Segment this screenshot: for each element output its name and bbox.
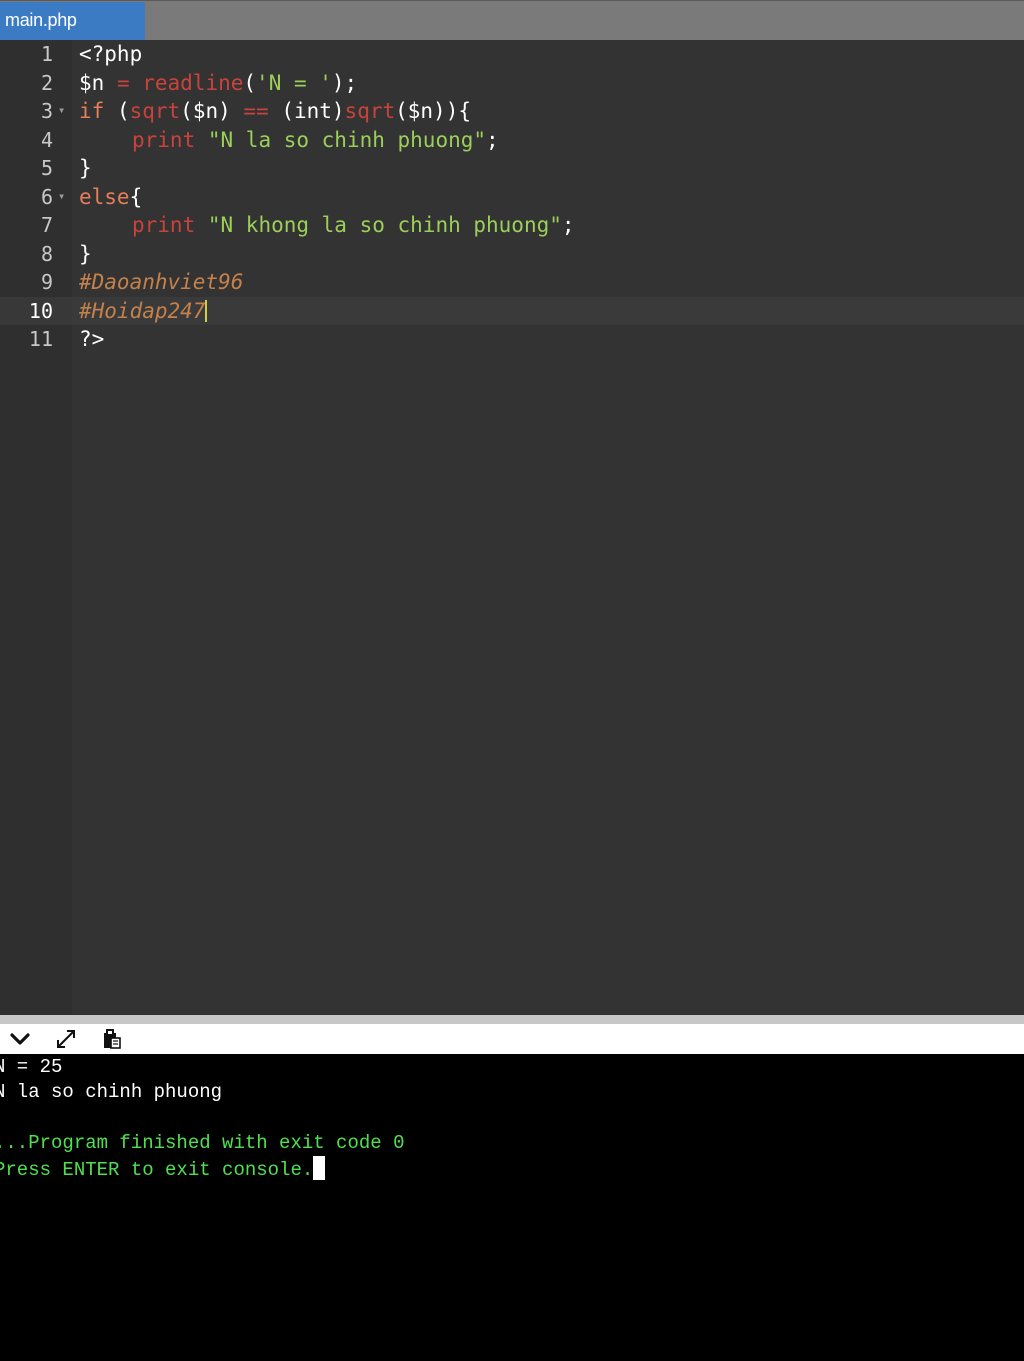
expand-arrows-icon[interactable] [54, 1028, 78, 1050]
code-line[interactable]: 3 ▾ if (sqrt($n) == (int)sqrt($n)){ [0, 97, 1024, 125]
code-token: print [132, 213, 196, 237]
code-token: 'N = ' [256, 70, 332, 95]
line-number: 4 [40, 127, 53, 152]
console-toolbar [0, 1024, 1024, 1054]
line-number: 6 [40, 184, 53, 209]
console-line: N la so chinh phuong [0, 1081, 223, 1103]
line-number: 9 [40, 270, 53, 294]
code-comment: #Daoanhviet96 [79, 270, 244, 294]
code-line-active[interactable]: 10 #Hoidap247 [0, 296, 1024, 325]
code-token: ( [243, 70, 257, 95]
code-line[interactable]: 4 print "N la so chinh phuong"; [0, 126, 1024, 154]
console-output[interactable]: N = 25 N la so chinh phuong ...Program f… [0, 1054, 1024, 1361]
code-token: ; [486, 127, 499, 152]
code-line[interactable]: 6 ▾ else{ [0, 183, 1024, 211]
console-prompt-text: Press ENTER to exit console. [0, 1159, 314, 1181]
code-token: "N khong la so chinh phuong" [207, 213, 562, 237]
code-token: print [132, 127, 196, 152]
code-token: ($n)){ [395, 99, 471, 123]
code-token: else [79, 184, 130, 209]
code-token: ($n) [180, 99, 244, 123]
code-token: { [129, 184, 143, 209]
code-token: "N la so chinh phuong" [207, 127, 487, 152]
code-line[interactable]: 7 print "N khong la so chinh phuong"; [0, 211, 1024, 239]
tab-bar: main.php [0, 0, 1024, 40]
code-token: ; [561, 213, 575, 237]
text-cursor [205, 299, 208, 322]
code-token: <?php [79, 42, 143, 66]
code-token: sqrt [129, 99, 181, 123]
code-comment: #Hoidap247 [79, 298, 206, 323]
code-line[interactable]: 1 <?php [0, 40, 1024, 68]
console-line-prompt: Press ENTER to exit console. [0, 1156, 326, 1182]
code-line[interactable]: 8 } [0, 240, 1024, 268]
chevron-down-icon[interactable] [8, 1028, 32, 1050]
code-line[interactable]: 11 ?> [0, 325, 1024, 353]
tab-main-php[interactable]: main.php [0, 2, 145, 40]
code-token: readline [142, 70, 244, 95]
line-number: 1 [40, 42, 53, 66]
code-line[interactable]: 2 $n = readline('N = '); [0, 69, 1024, 97]
code-token: ( [104, 99, 130, 123]
code-token: == [243, 99, 269, 123]
line-number: 3 [40, 99, 53, 123]
code-token: ); [331, 70, 358, 95]
code-token: (int) [268, 99, 345, 123]
line-number: 7 [40, 213, 53, 237]
code-editor[interactable]: 1 <?php 2 $n = readline('N = '); 3 ▾ if (… [0, 40, 1024, 1015]
code-token: if [79, 99, 105, 123]
code-line[interactable]: 9 #Daoanhviet96 [0, 268, 1024, 296]
code-token: = [104, 70, 143, 95]
console-cursor [313, 1156, 326, 1180]
code-token: } [79, 241, 92, 266]
panel-splitter[interactable] [0, 1015, 1024, 1024]
fold-arrow-icon[interactable]: ▾ [58, 97, 65, 123]
code-token: ?> [79, 327, 105, 351]
console-line: N = 25 [0, 1056, 63, 1078]
line-number: 5 [40, 156, 53, 180]
console-line: ...Program finished with exit code 0 [0, 1132, 405, 1154]
line-number: 11 [28, 327, 53, 351]
line-number: 2 [40, 70, 53, 95]
fold-arrow-icon[interactable]: ▾ [58, 183, 65, 209]
line-number: 10 [28, 298, 53, 323]
code-line[interactable]: 5 } [0, 154, 1024, 182]
copy-paste-icon[interactable] [99, 1028, 123, 1050]
line-number: 8 [40, 241, 53, 266]
code-token: $n [79, 70, 105, 95]
code-token: } [79, 156, 92, 180]
code-token: sqrt [344, 99, 396, 123]
